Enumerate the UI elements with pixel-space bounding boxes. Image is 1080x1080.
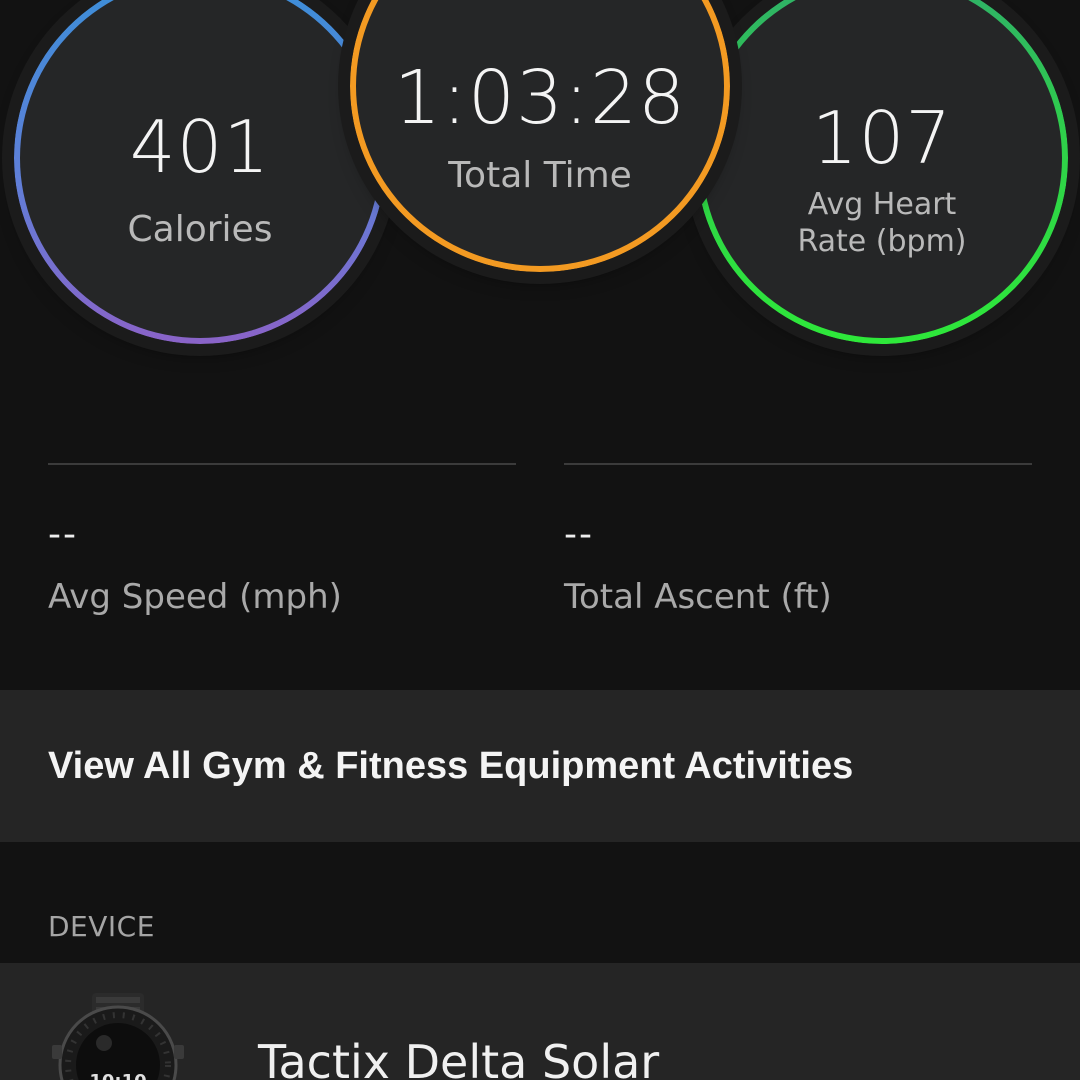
calories-label: Calories <box>127 208 273 250</box>
total-time-stat-circle[interactable]: 1:03:28 Total Time <box>350 0 730 272</box>
smartwatch-icon: 10:10 <box>52 993 184 1080</box>
heart-rate-label: Avg Heart Rate (bpm) <box>797 186 967 260</box>
svg-text:10:10: 10:10 <box>89 1071 146 1080</box>
device-section-header: DEVICE <box>48 910 155 943</box>
avg-speed-value: -- <box>48 514 78 555</box>
avg-speed-stat: -- Avg Speed (mph) <box>48 463 516 617</box>
total-time-label: Total Time <box>448 154 632 196</box>
total-time-value: 1:03:28 <box>393 54 687 141</box>
total-ascent-stat: -- Total Ascent (ft) <box>564 463 1032 617</box>
device-name: Tactix Delta Solar <box>258 1035 660 1080</box>
total-ascent-value: -- <box>564 514 594 555</box>
device-row[interactable]: 10:10 Tactix Delta Solar <box>0 963 1080 1080</box>
heart-rate-value: 107 <box>811 95 953 180</box>
calories-value: 401 <box>129 104 271 189</box>
heart-rate-stat-circle[interactable]: 107 Avg Heart Rate (bpm) <box>696 0 1068 344</box>
view-all-activities-button[interactable]: View All Gym & Fitness Equipment Activit… <box>0 690 1080 842</box>
calories-stat-circle[interactable]: 401 Calories <box>14 0 386 344</box>
total-ascent-label: Total Ascent (ft) <box>564 577 832 617</box>
avg-speed-label: Avg Speed (mph) <box>48 577 342 617</box>
view-all-activities-label: View All Gym & Fitness Equipment Activit… <box>48 744 854 787</box>
activity-summary-screen: 401 Calories 107 Avg Heart Rate (bpm) 1:… <box>0 0 1080 1080</box>
